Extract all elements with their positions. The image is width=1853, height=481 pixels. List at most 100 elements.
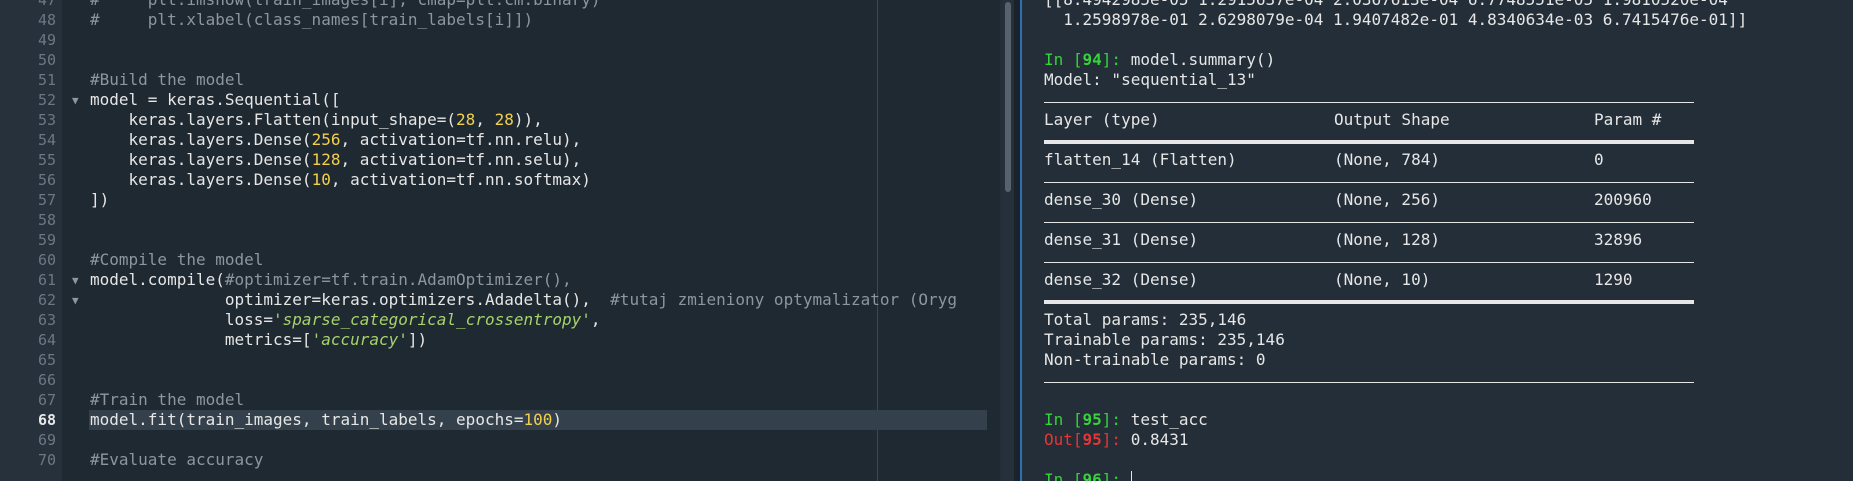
input-prompt: In [94]: (1044, 50, 1131, 69)
code-line[interactable]: 64 metrics=['accuracy']) (0, 330, 1000, 350)
line-number: 47 (37, 0, 56, 9)
line-number: 48 (37, 11, 56, 29)
code-line[interactable]: 52 ▼ model = keras.Sequential([ (0, 90, 1000, 110)
code-text: keras.layers.Dense(128, activation=tf.nn… (90, 150, 582, 170)
line-number: 55 (37, 151, 56, 169)
summary-rule (1044, 250, 1747, 270)
code-line[interactable]: 54 keras.layers.Dense(256, activation=tf… (0, 130, 1000, 150)
code-line[interactable]: 51 #Build the model (0, 70, 1000, 90)
code-text: #Compile the model (90, 250, 263, 270)
summary-double-rule (1044, 130, 1747, 150)
line-number: 58 (37, 211, 56, 229)
code-token: keras.layers.Flatten(input_shape=( (90, 110, 457, 129)
trainable-params: Trainable params: 235,146 (1044, 330, 1285, 349)
code-line[interactable]: 56 keras.layers.Dense(10, activation=tf.… (0, 170, 1000, 190)
console-array-line: 1.2598978e-01 2.6298079e-04 1.9407482e-0… (1044, 10, 1748, 29)
code-text: #Evaluate accuracy (90, 450, 263, 470)
console-focus-border (1020, 0, 1022, 481)
code-token: , activation=tf.nn.relu), (340, 130, 582, 149)
code-token: optimizer=keras.optimizers.Adadelta(), (90, 290, 611, 309)
code-text: optimizer=keras.optimizers.Adadelta(), #… (90, 290, 957, 310)
line-number: 56 (37, 171, 56, 189)
code-line[interactable]: 49 (0, 30, 1000, 50)
code-number: 100 (523, 410, 553, 429)
code-line[interactable]: 57]) (0, 190, 1000, 210)
code-line[interactable]: 66 (0, 370, 1000, 390)
code-line[interactable]: 59 (0, 230, 1000, 250)
code-text: #Train the model (90, 390, 244, 410)
text-cursor (1130, 471, 1132, 481)
editor-vertical-scrollbar[interactable] (1002, 0, 1014, 481)
code-line[interactable]: 60 #Compile the model (0, 250, 1000, 270)
code-comment: # plt.imshow(train_images[i], cmap=plt.c… (90, 0, 601, 9)
line-number: 50 (37, 51, 56, 69)
code-line[interactable]: 63 loss='sparse_categorical_crossentropy… (0, 310, 1000, 330)
code-token: ) (552, 410, 563, 429)
code-line[interactable]: 70 #Evaluate accuracy (0, 450, 1000, 470)
input-prompt: In [95]: (1044, 410, 1131, 429)
fold-arrow-icon[interactable]: ▼ (72, 91, 79, 111)
code-token: ]) (90, 190, 110, 209)
code-line[interactable]: 55 keras.layers.Dense(128, activation=tf… (0, 150, 1000, 170)
code-text: model.compile(#optimizer=tf.train.AdamOp… (90, 270, 572, 290)
code-number: 10 (311, 170, 331, 189)
code-line[interactable]: 53 keras.layers.Flatten(input_shape=(28,… (0, 110, 1000, 130)
line-number: 67 (37, 391, 56, 409)
code-text: ]) (90, 190, 109, 210)
code-token: keras.layers.Dense( (90, 170, 312, 189)
header-params: Param # (1594, 110, 1662, 129)
output-prompt: Out[95]: (1044, 430, 1131, 449)
code-line[interactable]: 58 (0, 210, 1000, 230)
summary-row: dense_32 (Dense) (None, 10) 1290 (1044, 270, 1633, 289)
fold-arrow-icon[interactable]: ▼ (72, 291, 79, 311)
summary-row: flatten_14 (Flatten) (None, 784) 0 (1044, 150, 1604, 169)
code-token: keras.layers.Dense( (90, 130, 312, 149)
code-line[interactable]: 61 ▼ model.compile(#optimizer=tf.train.Ada… (0, 270, 1000, 290)
code-text: keras.layers.Dense(10, activation=tf.nn.… (90, 170, 591, 190)
line-number: 59 (37, 231, 56, 249)
code-line[interactable]: 67 #Train the model (0, 390, 1000, 410)
code-line-current[interactable]: 68 model.fit(train_images, train_labels, … (0, 410, 1000, 430)
code-line[interactable]: 62 ▼ optimizer=keras.optimizers.Adadelta(… (0, 290, 1000, 310)
console-input-line: In [95]: test_acc (1044, 410, 1747, 430)
code-line[interactable]: 48 # plt.xlabel(class_names[train_labels[… (0, 10, 1000, 30)
header-shape: Output Shape (1334, 110, 1450, 129)
code-comment: #Compile the model (90, 250, 264, 269)
code-token: )), (513, 110, 543, 129)
code-token: model = keras.Sequential([ (90, 90, 341, 109)
code-comment: #optimizer=tf.train.AdamOptimizer(), (224, 270, 572, 289)
summary-double-rule (1044, 290, 1747, 310)
summary-row: dense_30 (Dense) (None, 256) 200960 (1044, 190, 1652, 209)
console-active-input[interactable]: In [96]: (1044, 470, 1747, 481)
code-number: 28 (456, 110, 476, 129)
code-token: , activation=tf.nn.selu), (340, 150, 582, 169)
code-comment: #Train the model (90, 390, 245, 409)
line-number: 53 (37, 111, 56, 129)
code-string: 'accuracy' (311, 330, 408, 349)
code-text: model = keras.Sequential([ (90, 90, 340, 110)
summary-rule (1044, 370, 1747, 390)
code-line[interactable]: 47 # plt.imshow(train_images[i], cmap=plt… (0, 0, 1000, 10)
code-string: 'sparse_categorical_crossentropy' (273, 310, 591, 329)
code-token: metrics=[ (90, 330, 312, 349)
scrollbar-thumb[interactable] (1005, 2, 1011, 192)
output-value: 0.8431 (1130, 430, 1189, 449)
line-number: 51 (37, 71, 56, 89)
code-comment: #Build the model (90, 70, 245, 89)
code-text: metrics=['accuracy']) (90, 330, 427, 350)
code-line[interactable]: 69 (0, 430, 1000, 450)
input-code: test_acc (1130, 410, 1208, 429)
code-token: , activation=tf.nn.softmax) (330, 170, 591, 189)
line-number: 64 (37, 331, 56, 349)
fold-arrow-icon[interactable]: ▼ (72, 271, 79, 291)
line-number: 70 (37, 451, 56, 469)
code-editor[interactable]: 47 # plt.imshow(train_images[i], cmap=plt… (0, 0, 1000, 481)
code-line[interactable]: 50 (0, 50, 1000, 70)
ipython-console[interactable]: [[8.4942985e-05 1.2915637e-04 2.0367613e… (1020, 0, 1853, 481)
line-number: 49 (37, 31, 56, 49)
code-token: , (475, 110, 495, 129)
line-number: 54 (37, 131, 56, 149)
code-line[interactable]: 65 (0, 350, 1000, 370)
